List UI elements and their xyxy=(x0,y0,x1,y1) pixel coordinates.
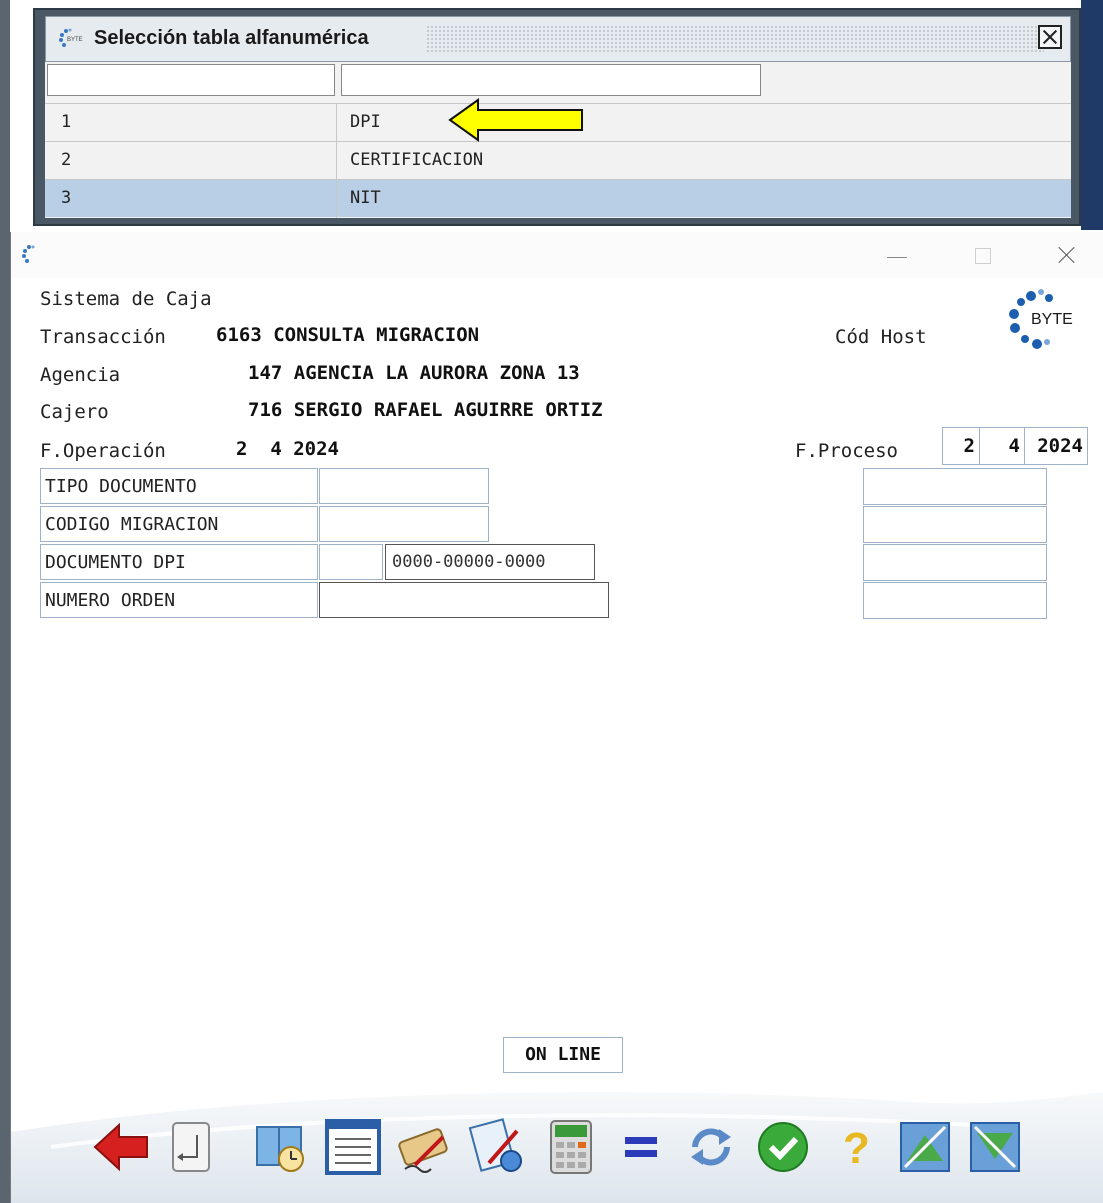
book-clock-icon[interactable] xyxy=(251,1117,311,1177)
f-proceso-year: 2024 xyxy=(1024,427,1088,465)
documento-dpi-text: DOCUMENTO DPI xyxy=(45,552,186,573)
row-description: NIT xyxy=(350,188,381,208)
tipo-documento-input[interactable] xyxy=(319,468,489,504)
window-titlebar[interactable] xyxy=(11,232,1103,278)
maximize-button[interactable] xyxy=(969,242,997,270)
right-field-2 xyxy=(863,506,1047,543)
check-icon[interactable] xyxy=(753,1117,813,1177)
numero-orden-input[interactable] xyxy=(319,582,609,618)
byte-app-icon: BYTE xyxy=(59,28,83,47)
f-proceso-day: 2 xyxy=(942,427,980,465)
titlebar-texture xyxy=(426,25,1044,53)
table-row[interactable]: 2 CERTIFICACION xyxy=(45,141,1071,180)
tipo-documento-text: TIPO DOCUMENTO xyxy=(45,476,197,497)
equals-icon[interactable] xyxy=(611,1117,671,1177)
table-row-selected[interactable]: 3 NIT xyxy=(45,179,1071,218)
byte-logo: BYTE xyxy=(1009,289,1073,349)
right-field-3 xyxy=(863,544,1047,581)
dialog-close-button[interactable] xyxy=(1038,25,1062,49)
codigo-migracion-text: CODIGO MIGRACION xyxy=(45,514,219,535)
back-arrow-icon[interactable] xyxy=(91,1117,151,1177)
numero-orden-text: NUMERO ORDEN xyxy=(45,590,176,611)
cod-host-label: Cód Host xyxy=(835,326,927,348)
background-strip-left xyxy=(0,0,10,1203)
right-field-4 xyxy=(863,582,1047,619)
documento-dpi-label: DOCUMENTO DPI xyxy=(40,544,318,580)
transaccion-label: Transacción xyxy=(40,326,166,348)
minimize-button[interactable] xyxy=(883,242,911,270)
row-description: DPI xyxy=(350,112,381,132)
column-divider xyxy=(336,180,337,218)
svg-text:?: ? xyxy=(843,1124,870,1173)
yellow-arrow-annotation xyxy=(448,98,583,142)
row-code: 3 xyxy=(61,188,72,208)
svg-text:BYTE: BYTE xyxy=(67,37,83,43)
tipo-documento-label: TIPO DOCUMENTO xyxy=(40,468,318,504)
transaccion-value: 6163 CONSULTA MIGRACION xyxy=(216,324,480,346)
f-operacion-label: F.Operación xyxy=(40,440,166,462)
import-icon[interactable] xyxy=(965,1117,1025,1177)
export-icon[interactable] xyxy=(895,1117,955,1177)
close-button[interactable] xyxy=(1053,242,1081,270)
byte-app-icon xyxy=(22,245,35,263)
agencia-label: Agencia xyxy=(40,364,121,386)
system-title: Sistema de Caja xyxy=(40,288,212,310)
calculator-icon[interactable] xyxy=(541,1117,601,1177)
filter-description-input[interactable] xyxy=(341,64,761,96)
f-proceso-label: F.Proceso xyxy=(795,440,898,462)
document-pen-icon[interactable] xyxy=(467,1117,527,1177)
row-code: 1 xyxy=(61,112,72,132)
codigo-migracion-label: CODIGO MIGRACION xyxy=(40,506,318,542)
column-divider xyxy=(336,104,337,142)
f-operacion-value: 2 4 2024 xyxy=(236,438,339,460)
documento-dpi-spacer xyxy=(319,544,383,580)
logo-text: BYTE xyxy=(1031,311,1073,328)
right-field-1 xyxy=(863,468,1047,505)
signature-icon[interactable] xyxy=(395,1117,455,1177)
documento-dpi-value: 0000-00000-0000 xyxy=(392,552,546,572)
column-divider xyxy=(336,142,337,180)
help-icon[interactable]: ? xyxy=(823,1117,883,1177)
refresh-icon[interactable] xyxy=(681,1117,741,1177)
status-indicator: ON LINE xyxy=(503,1037,623,1073)
agencia-value: 147 AGENCIA LA AURORA ZONA 13 xyxy=(248,362,580,384)
cajero-label: Cajero xyxy=(40,401,109,423)
background-strip-right xyxy=(1081,0,1103,230)
row-description: CERTIFICACION xyxy=(350,150,484,170)
codigo-migracion-input[interactable] xyxy=(319,506,489,542)
notepad-icon[interactable] xyxy=(323,1117,383,1177)
f-proceso-month: 4 xyxy=(979,427,1025,465)
main-window: Sistema de Caja Transacción 6163 CONSULT… xyxy=(10,232,1103,1203)
cajero-value: 716 SERGIO RAFAEL AGUIRRE ORTIZ xyxy=(248,399,603,421)
enter-key-icon[interactable] xyxy=(161,1117,221,1177)
documento-dpi-input[interactable]: 0000-00000-0000 xyxy=(385,544,595,580)
filter-code-input[interactable] xyxy=(47,64,335,96)
row-code: 2 xyxy=(61,150,72,170)
numero-orden-label: NUMERO ORDEN xyxy=(40,582,318,618)
dialog-titlebar[interactable]: BYTE Selección tabla alfanumérica xyxy=(45,16,1071,62)
dialog-title: Selección tabla alfanumérica xyxy=(94,27,369,49)
